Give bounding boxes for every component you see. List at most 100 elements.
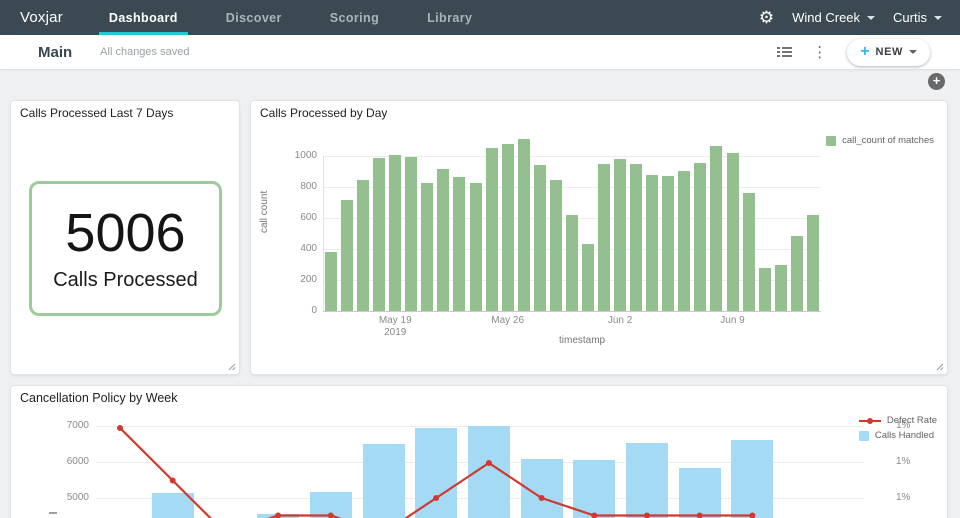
- weekly-bar[interactable]: [257, 514, 300, 518]
- legend-item-calls-handled[interactable]: Calls Handled: [858, 430, 937, 441]
- y-axis-title: call count: [259, 190, 270, 233]
- legend-item[interactable]: call_count of matches: [826, 135, 934, 146]
- xtick: Jun 9: [720, 315, 745, 326]
- daily-bar[interactable]: [405, 156, 418, 311]
- user-selector[interactable]: Curtis: [893, 10, 942, 25]
- daily-bar[interactable]: [501, 143, 514, 311]
- weekly-bar[interactable]: [731, 440, 774, 518]
- kpi-box: 5006 Calls Processed: [29, 181, 222, 316]
- weekly-bar[interactable]: [151, 492, 194, 518]
- legend-swatch-blue: [858, 430, 869, 441]
- ytick: 1000: [294, 150, 317, 161]
- xtick: May 19: [378, 315, 412, 326]
- y-axis-title-fragment: [49, 512, 57, 514]
- legend-swatch-green: [826, 135, 837, 146]
- daily-bar[interactable]: [758, 267, 771, 311]
- daily-bar[interactable]: [549, 180, 562, 311]
- chevron-down-icon: [934, 15, 942, 20]
- daily-bar[interactable]: [389, 155, 402, 311]
- daily-bar[interactable]: [357, 180, 370, 311]
- weekly-bar[interactable]: [520, 459, 563, 518]
- legend-item-defect-rate[interactable]: Defect Rate: [858, 415, 937, 426]
- new-button[interactable]: + NEW: [847, 38, 930, 66]
- daily-bar[interactable]: [341, 200, 354, 311]
- daily-bar[interactable]: [598, 163, 611, 311]
- ytick: 0: [311, 305, 317, 316]
- top-navbar: Voxjar Dashboard Discover Scoring Librar…: [0, 0, 960, 35]
- weekly-chart-plot: 7000 6000 5000 1% 1% 1%: [11, 386, 947, 518]
- daily-bar[interactable]: [565, 214, 578, 311]
- daily-bar[interactable]: [421, 183, 434, 311]
- ytick: 5000: [66, 492, 89, 504]
- daily-bar[interactable]: [614, 159, 627, 311]
- card-calls-last-7-days: Calls Processed Last 7 Days 5006 Calls P…: [10, 100, 240, 375]
- legend-line-glyph: [858, 417, 881, 424]
- daily-bar[interactable]: [806, 214, 819, 311]
- weekly-bar[interactable]: [415, 427, 458, 518]
- chevron-down-icon: [867, 15, 876, 20]
- weekly-bar[interactable]: [678, 467, 721, 518]
- gear-icon[interactable]: ⚙: [759, 9, 774, 26]
- ytick: 6000: [66, 456, 89, 468]
- ytick: 200: [300, 274, 317, 285]
- card-title: Calls Processed Last 7 Days: [20, 106, 174, 120]
- new-button-label: NEW: [875, 46, 903, 58]
- navbar-right: ⚙ Wind Creek Curtis: [759, 0, 960, 35]
- daily-bar[interactable]: [774, 265, 787, 311]
- brand-logo: Voxjar: [20, 9, 63, 26]
- kpi-label: Calls Processed: [53, 268, 198, 291]
- daily-chart-legend: call_count of matches: [826, 135, 934, 146]
- xtick: May 26: [491, 315, 525, 326]
- daily-bar[interactable]: [485, 148, 498, 311]
- ytick: 7000: [66, 420, 89, 431]
- resize-handle-icon[interactable]: [228, 363, 236, 371]
- daily-bar[interactable]: [726, 152, 739, 311]
- daily-bar[interactable]: [373, 158, 386, 311]
- kebab-menu-icon[interactable]: ⋮: [812, 45, 827, 60]
- daily-bar[interactable]: [630, 163, 643, 311]
- daily-bar[interactable]: [694, 162, 707, 311]
- xtick: Jun 2: [607, 315, 633, 326]
- save-status: All changes saved: [100, 46, 190, 58]
- legend-label: Calls Handled: [874, 430, 934, 441]
- card-calls-by-day: Calls Processed by Day 0 200 400 600 800 1000…: [250, 100, 948, 375]
- resize-handle-icon[interactable]: [936, 363, 944, 371]
- daily-bar[interactable]: [742, 193, 755, 311]
- x-axis-title: timestamp: [559, 335, 606, 346]
- list-view-icon[interactable]: [777, 47, 793, 57]
- daily-bar[interactable]: [678, 170, 691, 311]
- board-title: Main: [38, 43, 73, 61]
- daily-bar[interactable]: [453, 176, 466, 311]
- legend-label: Defect Rate: [886, 415, 937, 426]
- weekly-bar[interactable]: [362, 444, 405, 518]
- daily-bar[interactable]: [517, 138, 530, 311]
- daily-bar[interactable]: [325, 252, 337, 311]
- weekly-bar[interactable]: [626, 443, 668, 518]
- daily-bar[interactable]: [790, 235, 803, 311]
- add-widget-button[interactable]: +: [928, 73, 945, 90]
- daily-bar[interactable]: [437, 169, 450, 311]
- tab-scoring[interactable]: Scoring: [306, 0, 403, 35]
- daily-bar[interactable]: [533, 165, 546, 311]
- ytick: 600: [300, 212, 317, 223]
- tab-discover[interactable]: Discover: [202, 0, 306, 35]
- org-selector[interactable]: Wind Creek: [792, 10, 876, 25]
- gridline axis: [323, 311, 821, 312]
- weekly-bar[interactable]: [309, 491, 352, 518]
- daily-bar[interactable]: [646, 175, 659, 311]
- daily-bar[interactable]: [581, 243, 594, 311]
- tab-library[interactable]: Library: [403, 0, 496, 35]
- weekly-bar[interactable]: [467, 426, 510, 518]
- chevron-down-icon: [909, 50, 917, 54]
- kpi-value: 5006: [65, 202, 186, 263]
- daily-bar[interactable]: [469, 183, 482, 311]
- tab-dashboard[interactable]: Dashboard: [85, 0, 202, 35]
- user-name: Curtis: [893, 10, 927, 25]
- weekly-bar[interactable]: [573, 460, 616, 518]
- org-name: Wind Creek: [792, 10, 861, 25]
- ytick: 1%: [896, 492, 911, 504]
- dashboard-toolbar: Main All changes saved ⋮ + NEW: [0, 35, 960, 70]
- daily-bar[interactable]: [662, 176, 675, 311]
- nav-tabs: Dashboard Discover Scoring Library: [85, 0, 496, 35]
- daily-bar[interactable]: [710, 145, 723, 311]
